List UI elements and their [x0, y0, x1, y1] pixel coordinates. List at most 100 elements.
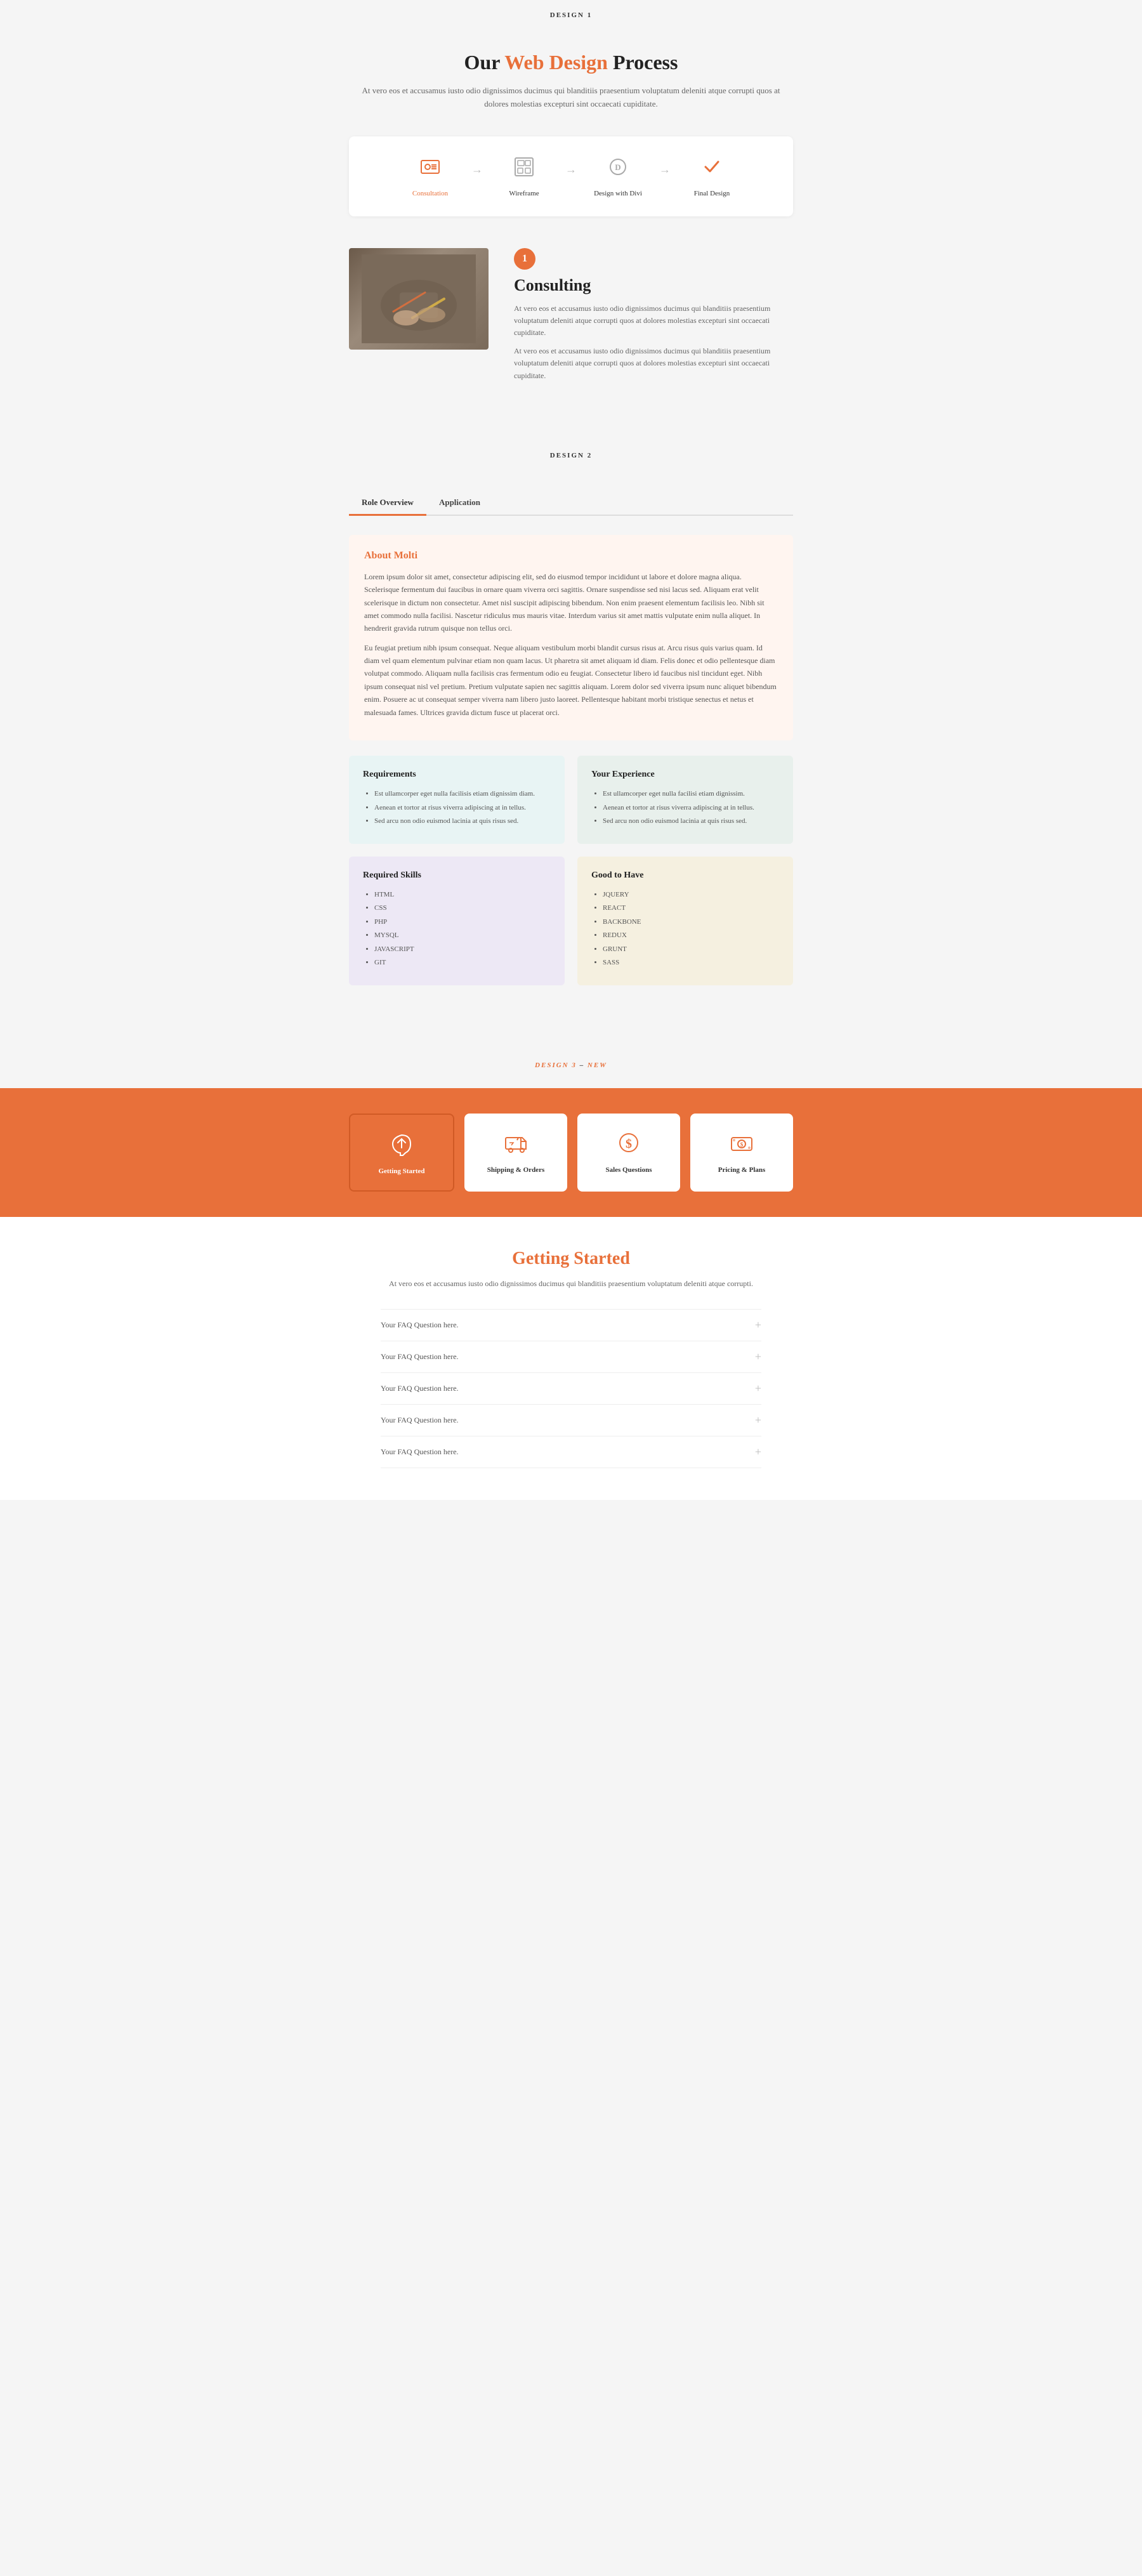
design1-title-part2: Process: [608, 51, 678, 74]
skill-2: PHP: [374, 917, 551, 928]
faq-question-2: Your FAQ Question here.: [381, 1384, 459, 1393]
design1-title-highlight: Web Design: [504, 51, 608, 74]
good-to-have-title: Good to Have: [591, 871, 779, 881]
skill-4: JAVASCRIPT: [374, 944, 551, 955]
skill-0: HTML: [374, 890, 551, 900]
service-card-sales[interactable]: $ Sales Questions: [577, 1114, 680, 1192]
faq-question-3: Your FAQ Question here.: [381, 1416, 459, 1425]
pricing-icon: $: [700, 1129, 783, 1160]
step-final-label: Final Design: [694, 190, 730, 197]
shipping-icon: [475, 1129, 557, 1160]
process-steps: Consultation → Wireframe →: [349, 136, 793, 216]
design3-label-new: NEW: [587, 1061, 607, 1069]
consulting-text2: At vero eos et accusamus iusto odio dign…: [514, 345, 793, 382]
arrow2: →: [562, 163, 580, 176]
gs-subtitle: At vero eos et accusamus iusto odio dign…: [381, 1278, 761, 1290]
consulting-text1: At vero eos et accusamus iusto odio dign…: [514, 303, 793, 339]
gs-title-highlight: Started: [574, 1249, 630, 1268]
requirements-card: Requirements Est ullamcorper eget nulla …: [349, 756, 565, 844]
faq-plus-4: +: [755, 1445, 761, 1459]
consulting-image: [349, 248, 489, 350]
about-card-title: About Molti: [364, 550, 778, 562]
consulting-number-badge: 1: [514, 248, 535, 270]
faq-plus-3: +: [755, 1414, 761, 1427]
gth-4: GRUNT: [603, 944, 779, 955]
faq-question-0: Your FAQ Question here.: [381, 1320, 459, 1330]
service-title-shipping: Shipping & Orders: [475, 1166, 557, 1174]
consulting-image-inner: [349, 248, 489, 350]
gs-title-part1: Getting: [512, 1249, 574, 1268]
design2-inner: Role Overview Application About Molti Lo…: [349, 491, 793, 985]
step-consultation-label: Consultation: [412, 190, 448, 197]
requirements-list: Est ullamcorper eget nulla facilisis eti…: [363, 789, 551, 827]
design1-label: DESIGN 1: [0, 0, 1142, 25]
design3-label: DESIGN 3 – NEW: [13, 1061, 1129, 1069]
design3-section: DESIGN 3 – NEW: [0, 1036, 1142, 1069]
tab-application[interactable]: Application: [426, 491, 493, 516]
orange-bg-section: Getting Started Shipping & Orders: [0, 1088, 1142, 1217]
service-card-shipping[interactable]: Shipping & Orders: [464, 1114, 567, 1192]
consulting-content: 1 Consulting At vero eos et accusamus iu…: [514, 248, 793, 388]
design1-title-part1: Our: [464, 51, 505, 74]
faq-question-1: Your FAQ Question here.: [381, 1352, 459, 1362]
good-to-have-list: JQUERY REACT BACKBONE REDUX GRUNT SASS: [591, 890, 779, 968]
faq-item-1[interactable]: Your FAQ Question here. +: [381, 1341, 761, 1372]
faq-item-4[interactable]: Your FAQ Question here. +: [381, 1436, 761, 1468]
design1-subtitle: At vero eos et accusamus iusto odio dign…: [349, 84, 793, 111]
about-title-highlight: Molti: [394, 550, 417, 561]
faq-plus-1: +: [755, 1350, 761, 1364]
design2-section: Role Overview Application About Molti Lo…: [0, 466, 1142, 1036]
skill-3: MYSQL: [374, 930, 551, 941]
step-wireframe[interactable]: Wireframe: [486, 155, 562, 197]
svg-text:D: D: [615, 162, 620, 172]
skills-list: HTML CSS PHP MYSQL JAVASCRIPT GIT: [363, 890, 551, 968]
skills-card: Required Skills HTML CSS PHP MYSQL JAVAS…: [349, 857, 565, 985]
req-item-0: Est ullamcorper eget nulla facilisis eti…: [374, 789, 551, 799]
about-title-part1: About: [364, 550, 394, 561]
step-wireframe-label: Wireframe: [509, 190, 539, 197]
sales-icon: $: [587, 1129, 670, 1160]
two-col-top: Requirements Est ullamcorper eget nulla …: [349, 756, 793, 844]
gth-0: JQUERY: [603, 890, 779, 900]
design2-label: DESIGN 2: [0, 426, 1142, 466]
skills-title: Required Skills: [363, 871, 551, 881]
faq-plus-2: +: [755, 1382, 761, 1395]
gth-3: REDUX: [603, 930, 779, 941]
two-col-bottom: Required Skills HTML CSS PHP MYSQL JAVAS…: [349, 857, 793, 985]
service-card-pricing[interactable]: $ Pricing & Plans: [690, 1114, 793, 1192]
experience-title: Your Experience: [591, 770, 779, 780]
req-item-2: Sed arcu non odio euismod lacinia at qui…: [374, 816, 551, 827]
step-divi[interactable]: D Design with Divi: [580, 155, 656, 197]
service-cards: Getting Started Shipping & Orders: [349, 1114, 793, 1192]
final-icon: [700, 155, 723, 183]
step-final[interactable]: Final Design: [674, 155, 750, 197]
design3-label-part1: DESIGN 3: [535, 1061, 577, 1069]
exp-item-0: Est ullamcorper eget nulla facilisi etia…: [603, 789, 779, 799]
experience-list: Est ullamcorper eget nulla facilisi etia…: [591, 789, 779, 827]
service-card-getting-started[interactable]: Getting Started: [349, 1114, 454, 1192]
faq-item-3[interactable]: Your FAQ Question here. +: [381, 1404, 761, 1436]
requirements-title: Requirements: [363, 770, 551, 780]
gs-title: Getting Started: [381, 1249, 761, 1269]
design1-section: Our Web Design Process At vero eos et ac…: [0, 25, 1142, 426]
faq-question-4: Your FAQ Question here.: [381, 1447, 459, 1457]
tab-role-overview[interactable]: Role Overview: [349, 491, 426, 516]
design1-title: Our Web Design Process: [349, 51, 793, 74]
req-item-1: Aenean et tortor at risus viverra adipis…: [374, 803, 551, 813]
about-card: About Molti Lorem ipsum dolor sit amet, …: [349, 535, 793, 740]
gth-5: SASS: [603, 957, 779, 968]
faq-item-0[interactable]: Your FAQ Question here. +: [381, 1309, 761, 1341]
faq-item-2[interactable]: Your FAQ Question here. +: [381, 1372, 761, 1404]
gth-2: BACKBONE: [603, 917, 779, 928]
design1-inner: Our Web Design Process At vero eos et ac…: [349, 51, 793, 388]
getting-started-inner: Getting Started At vero eos et accusamus…: [381, 1249, 761, 1468]
faq-plus-0: +: [755, 1318, 761, 1332]
arrow3: →: [656, 163, 674, 176]
getting-started-section: Getting Started At vero eos et accusamus…: [0, 1217, 1142, 1500]
gth-1: REACT: [603, 903, 779, 914]
service-title-getting-started: Getting Started: [360, 1167, 443, 1175]
exp-item-2: Sed arcu non odio euismod lacinia at qui…: [603, 816, 779, 827]
service-title-pricing: Pricing & Plans: [700, 1166, 783, 1174]
divi-icon: D: [607, 155, 629, 183]
step-consultation[interactable]: Consultation: [392, 155, 468, 197]
